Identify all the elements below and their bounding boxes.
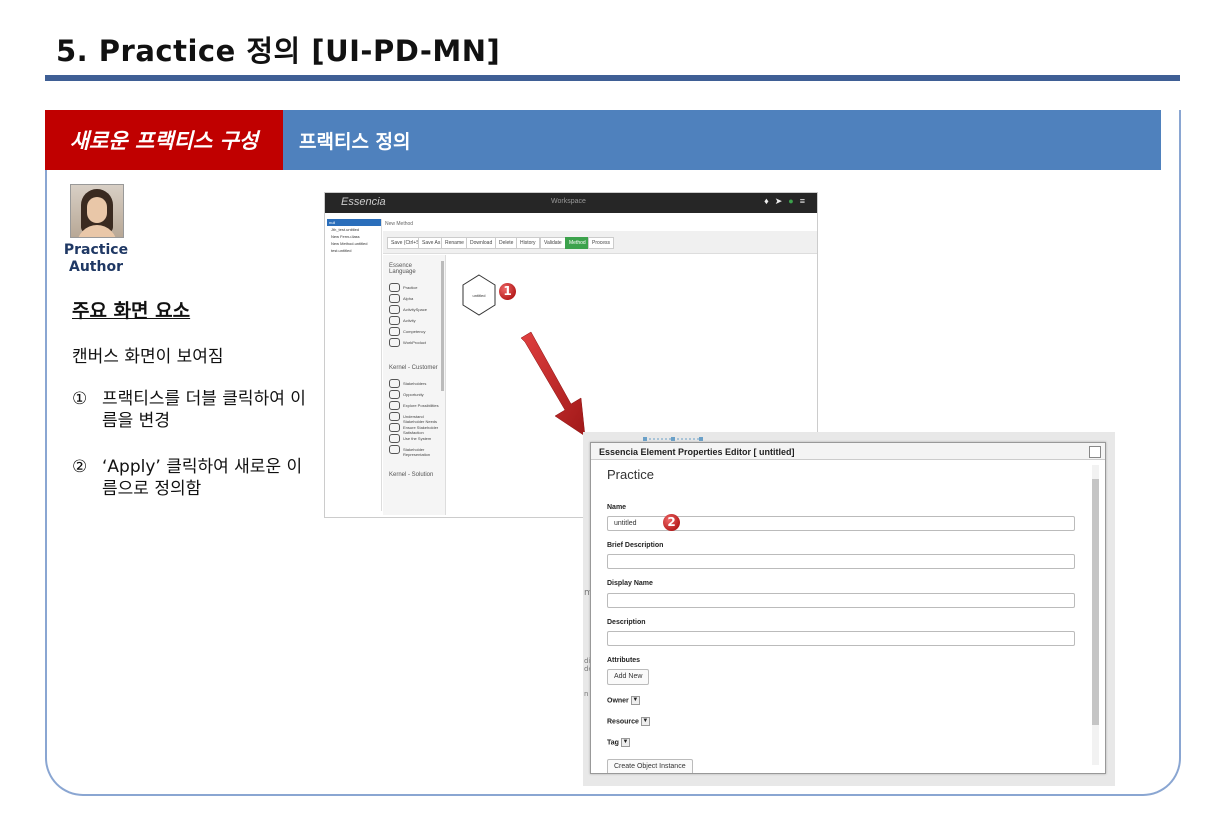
palette-item[interactable]: Understand Stakeholder Needs: [383, 412, 445, 424]
user-icon[interactable]: ●: [788, 196, 799, 206]
tree-item[interactable]: New Fernu.ilass: [327, 233, 381, 240]
palette-item[interactable]: WorkProduct: [383, 338, 445, 349]
description: 캔버스 화면이 보여짐: [72, 347, 224, 367]
palette-item[interactable]: Use the System: [383, 434, 445, 445]
palette-section-title: Kernel - Customer: [389, 365, 438, 371]
avatar: [70, 184, 124, 238]
step-text: 프랙티스를 더블 클릭하여 이름을 변경: [102, 389, 306, 431]
step-badge-1: 1: [499, 283, 516, 300]
tree-item[interactable]: test.untitled: [327, 247, 381, 254]
header-left: 새로운 프랙티스 구성: [45, 110, 283, 170]
palette-section-title: Kernel - Solution: [389, 472, 434, 478]
element-palette: Essence Language Practice Alpha Activity…: [383, 255, 446, 515]
rename-button[interactable]: Rename: [441, 237, 468, 249]
process-button[interactable]: Process: [588, 237, 615, 249]
attributes-label: Attributes: [607, 657, 641, 664]
project-tree: null Jth_test.untitled New Fernu.ilass N…: [327, 219, 382, 511]
palette-scrollbar[interactable]: [441, 261, 444, 391]
download-button[interactable]: Download: [466, 237, 497, 249]
arrow-icon: [520, 331, 586, 437]
create-object-instance-button[interactable]: Create Object Instance: [607, 759, 693, 773]
palette-item[interactable]: Activity: [383, 316, 445, 327]
step-item: ① 프랙티스를 더블 클릭하여 이름을 변경: [72, 388, 312, 432]
palette-section-title: Essence Language: [389, 263, 416, 275]
method-button[interactable]: Method: [565, 237, 590, 249]
breadcrumb: New Method: [385, 221, 414, 227]
delete-button[interactable]: Delete: [495, 237, 518, 249]
close-icon[interactable]: [1089, 446, 1101, 458]
step-badge-2: 2: [663, 514, 680, 531]
palette-item[interactable]: Practice: [383, 283, 445, 294]
palette-item[interactable]: Competency: [383, 327, 445, 338]
practice-node[interactable]: untitled: [461, 273, 497, 317]
tree-item[interactable]: null: [327, 219, 381, 226]
chevron-down-icon[interactable]: ▼: [640, 717, 650, 726]
validate-button[interactable]: Validate: [540, 237, 566, 249]
palette-item[interactable]: ActivitySpace: [383, 305, 445, 316]
display-name-field[interactable]: [607, 593, 1075, 608]
toolbar: Save (Ctrl+S) Save As Rename Download De…: [383, 231, 817, 254]
properties-editor: Essencia Element Properties Editor [ unt…: [590, 442, 1106, 774]
header-right: 프랙티스 정의: [283, 110, 1161, 170]
app-topbar: Essencia Workspace ♦➤●≡: [325, 193, 817, 213]
scrollbar-thumb[interactable]: [1092, 479, 1099, 725]
slide-title: 5. Practice 정의 [UI-PD-MN]: [56, 34, 501, 68]
name-label: Name: [607, 504, 627, 511]
brief-description-label: Brief Description: [607, 542, 664, 549]
step-number: ②: [72, 457, 88, 477]
chevron-down-icon[interactable]: ▼: [620, 738, 630, 747]
palette-item[interactable]: Ensure Stakeholder Satisfaction: [383, 423, 445, 435]
step-item: ② ‘Apply’ 클릭하여 새로운 이름으로 정의함: [72, 456, 312, 500]
tag-row: Tag ▼: [607, 738, 630, 747]
resource-row: Resource ▼: [607, 717, 650, 726]
workspace-label: Workspace: [551, 198, 586, 205]
menu-icon[interactable]: ≡: [800, 196, 811, 206]
palette-item[interactable]: Opportunity: [383, 390, 445, 401]
section-title: 주요 화면 요소: [72, 300, 191, 322]
tag-label: Tag: [607, 739, 619, 747]
palette-item[interactable]: Alpha: [383, 294, 445, 305]
topbar-icons: ♦➤●≡: [764, 196, 811, 207]
title-rule: [45, 75, 1180, 81]
chevron-down-icon[interactable]: ▼: [630, 696, 640, 705]
palette-item[interactable]: Stakeholders: [383, 379, 445, 390]
palette-item[interactable]: Explore Possibilities: [383, 401, 445, 412]
owner-row: Owner ▼: [607, 696, 640, 705]
practice-node-label: untitled: [473, 293, 486, 298]
display-name-label: Display Name: [607, 580, 653, 587]
step-number: ①: [72, 389, 88, 409]
bell-icon[interactable]: ♦: [764, 196, 775, 206]
editor-scrollbar[interactable]: [1092, 465, 1099, 765]
editor-title: Essencia Element Properties Editor [ unt…: [591, 443, 1105, 460]
resource-label: Resource: [607, 718, 639, 726]
step-text: ‘Apply’ 클릭하여 새로운 이름으로 정의함: [102, 457, 303, 499]
role-label: Practice Author: [63, 242, 129, 275]
send-icon[interactable]: ➤: [775, 196, 789, 206]
tree-item[interactable]: New Method.untitled: [327, 240, 381, 247]
brief-description-field[interactable]: [607, 554, 1075, 569]
history-button[interactable]: History: [516, 237, 540, 249]
add-new-button[interactable]: Add New: [607, 669, 650, 685]
palette-item[interactable]: Stakeholder Representation: [383, 445, 445, 457]
owner-label: Owner: [607, 697, 629, 705]
app-logo[interactable]: Essencia: [341, 196, 386, 208]
description-field[interactable]: [607, 631, 1075, 646]
tree-item[interactable]: Jth_test.untitled: [327, 226, 381, 233]
description-label: Description: [607, 619, 646, 626]
editor-heading: Practice: [607, 467, 654, 482]
